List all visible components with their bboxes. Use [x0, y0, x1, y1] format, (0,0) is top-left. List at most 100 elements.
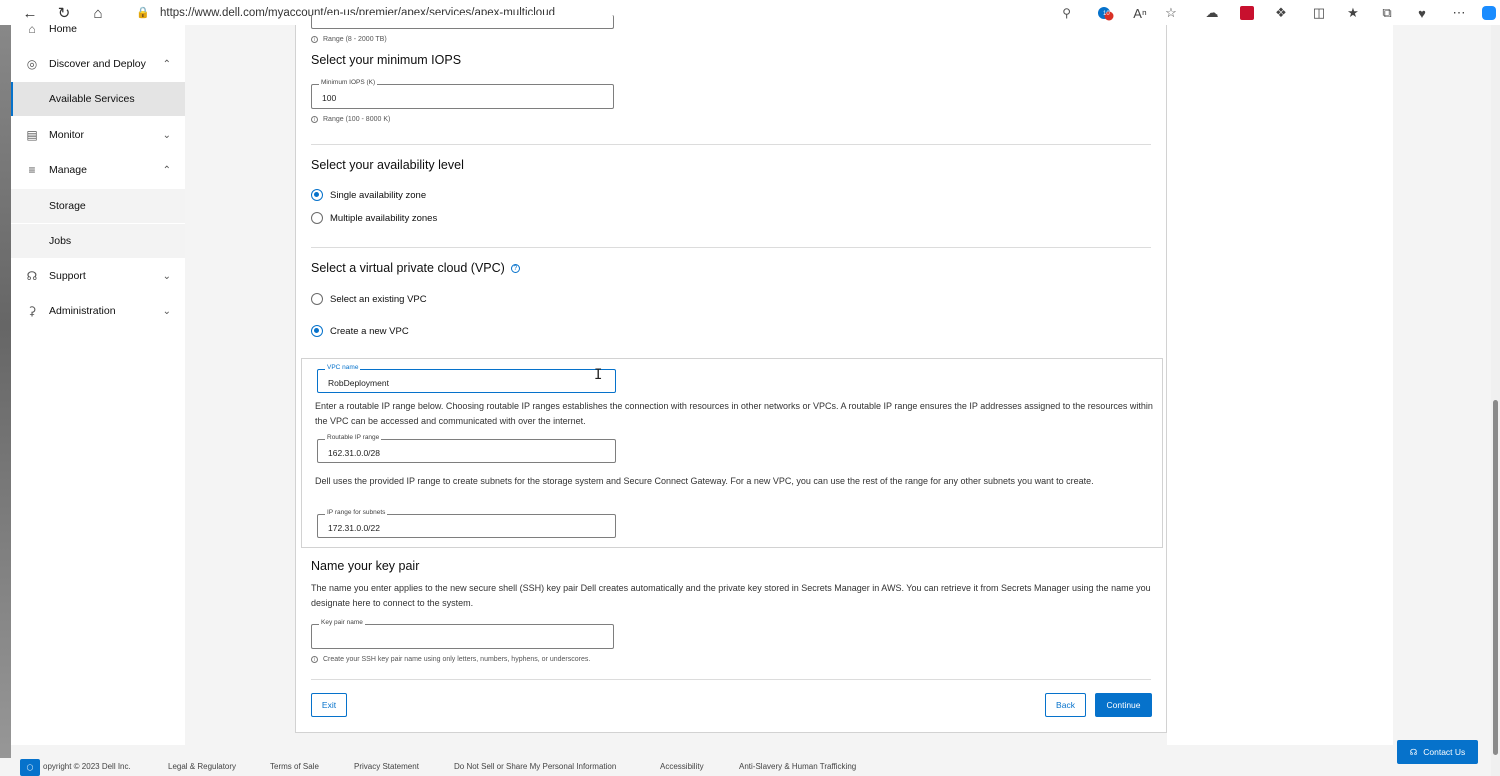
field-label: VPC name: [325, 364, 361, 371]
divider: [311, 144, 1151, 145]
page-footer: opyright © 2023 Dell Inc. Legal & Regula…: [0, 758, 1491, 776]
split-screen-icon[interactable]: ◫: [1309, 3, 1329, 23]
sidebar-item-label: Storage: [49, 200, 86, 212]
sidebar-item-label: Monitor: [49, 129, 85, 141]
exit-button[interactable]: Exit: [311, 693, 347, 717]
puzzle-extensions-icon[interactable]: ❖: [1271, 3, 1291, 23]
iops-heading: Select your minimum IOPS: [311, 53, 462, 67]
sidebar-nav: ⌂ Home ◎ Discover and Deploy ⌃ Available…: [11, 22, 185, 745]
vpc-name-field[interactable]: VPC name RobDeployment: [317, 364, 616, 393]
field-value: 172.31.0.0/22: [328, 523, 380, 533]
vpc-heading: Select a virtual private cloud (VPC)?: [311, 261, 520, 275]
copyright-text: opyright © 2023 Dell Inc.: [43, 762, 131, 771]
keypair-heading: Name your key pair: [311, 559, 420, 573]
routable-ip-description: Enter a routable IP range below. Choosin…: [315, 401, 1153, 426]
sidebar-item-administration[interactable]: ⚳ Administration ⌄: [11, 294, 185, 328]
sidebar-item-home[interactable]: ⌂ Home: [11, 12, 185, 46]
right-panel: [1167, 25, 1393, 745]
back-button[interactable]: Back: [1045, 693, 1086, 717]
sidebar-item-label: Support: [49, 270, 86, 282]
dell-logo-icon: ◯: [20, 759, 40, 776]
copilot-icon[interactable]: [1479, 3, 1499, 23]
pdf-icon[interactable]: [1237, 3, 1257, 23]
favorite-star-icon[interactable]: ☆: [1161, 3, 1181, 23]
badge-count: 10: [1103, 11, 1110, 17]
discover-icon: ◎: [26, 57, 38, 71]
read-aloud-icon[interactable]: Aⁿ: [1130, 3, 1150, 23]
sidebar-item-monitor[interactable]: ▤ Monitor ⌄: [11, 118, 185, 152]
deployment-form-card: i Range (8 - 2000 TB) Select your minimu…: [295, 15, 1167, 733]
sidebar-item-label: Jobs: [49, 235, 72, 247]
text-cursor-icon: I: [594, 367, 603, 383]
field-value: RobDeployment: [328, 378, 389, 388]
scrollbar-thumb[interactable]: [1493, 400, 1498, 755]
key-icon: ⚳: [27, 304, 37, 318]
field-label: Minimum IOPS (K): [319, 79, 378, 86]
key-pair-name-field[interactable]: Key pair name: [311, 619, 614, 649]
sidebar-item-jobs[interactable]: Jobs: [11, 224, 185, 258]
info-icon: i: [311, 656, 318, 663]
home-icon: ⌂: [28, 22, 36, 36]
keypair-hint: i Create your SSH key pair name using on…: [311, 656, 590, 663]
footer-link-do-not-sell[interactable]: Do Not Sell or Share My Personal Informa…: [454, 762, 616, 771]
sidebar-item-label: Home: [49, 23, 78, 35]
chevron-down-icon: ⌄: [162, 270, 171, 282]
sidebar-item-manage[interactable]: ≡ Manage ⌃: [11, 153, 185, 187]
monitor-icon: ▤: [26, 128, 38, 142]
zoom-icon[interactable]: ⚲: [1062, 6, 1071, 20]
capacity-field[interactable]: [311, 15, 614, 29]
radio-create-new-vpc[interactable]: Create a new VPC: [311, 325, 409, 337]
sidebar-item-label: Administration: [49, 305, 116, 317]
footer-link-privacy[interactable]: Privacy Statement: [354, 762, 419, 771]
desktop-edge: [0, 25, 11, 776]
chevron-up-icon: ⌃: [162, 58, 171, 70]
chevron-up-icon: ⌃: [162, 164, 171, 176]
radio-select-existing-vpc[interactable]: Select an existing VPC: [311, 293, 427, 305]
favorites-list-icon[interactable]: ★: [1343, 3, 1363, 23]
sidebar-item-label: Manage: [49, 164, 87, 176]
sidebar-item-discover-and-deploy[interactable]: ◎ Discover and Deploy ⌃: [11, 47, 185, 81]
radio-button-selected[interactable]: [311, 189, 323, 201]
sidebar-item-available-services[interactable]: Available Services: [11, 82, 185, 116]
field-value: 162.31.0.0/28: [328, 448, 380, 458]
radio-multiple-availability-zones[interactable]: Multiple availability zones: [311, 212, 437, 224]
keypair-description: The name you enter applies to the new se…: [311, 583, 1151, 608]
iops-range-hint: i Range (100 - 8000 K): [311, 116, 390, 123]
new-vpc-panel: VPC name RobDeployment I Enter a routabl…: [301, 358, 1163, 548]
footer-link-accessibility[interactable]: Accessibility: [660, 762, 704, 771]
more-menu-icon[interactable]: ⋯: [1449, 3, 1469, 23]
field-label: Routable IP range: [325, 434, 382, 441]
headset-icon: ☊: [1409, 746, 1418, 757]
performance-icon[interactable]: ♥: [1412, 3, 1432, 23]
sidebar-item-label: Discover and Deploy: [49, 58, 146, 70]
footer-link-terms[interactable]: Terms of Sale: [270, 762, 319, 771]
sidebar-item-storage[interactable]: Storage: [11, 189, 185, 223]
field-label: Key pair name: [319, 619, 365, 626]
continue-button[interactable]: Continue: [1095, 693, 1152, 717]
capacity-range-hint: i Range (8 - 2000 TB): [311, 36, 387, 43]
divider: [311, 679, 1151, 680]
subnet-ip-description: Dell uses the provided IP range to creat…: [315, 476, 1094, 486]
collections-icon[interactable]: ⧉: [1377, 3, 1397, 23]
radio-button-selected[interactable]: [311, 325, 323, 337]
radio-button[interactable]: [311, 212, 323, 224]
footer-link-legal[interactable]: Legal & Regulatory: [168, 762, 236, 771]
minimum-iops-field[interactable]: Minimum IOPS (K) 100: [311, 79, 614, 109]
sidebar-item-support[interactable]: ☊ Support ⌄: [11, 259, 185, 293]
radio-single-availability-zone[interactable]: Single availability zone: [311, 189, 426, 201]
info-icon: i: [311, 36, 318, 43]
chevron-down-icon: ⌄: [162, 305, 171, 317]
headset-icon: ☊: [26, 269, 38, 283]
footer-link-anti-slavery[interactable]: Anti-Slavery & Human Trafficking: [739, 762, 856, 771]
contact-us-button[interactable]: ☊ Contact Us: [1397, 740, 1478, 764]
field-value: 100: [322, 93, 337, 103]
radio-button[interactable]: [311, 293, 323, 305]
info-icon: i: [311, 116, 318, 123]
manage-icon: ≡: [28, 163, 36, 177]
divider: [311, 247, 1151, 248]
help-icon[interactable]: ?: [510, 264, 520, 274]
routable-ip-range-field[interactable]: Routable IP range 162.31.0.0/28: [317, 434, 616, 463]
field-label: IP range for subnets: [325, 509, 388, 516]
subnet-ip-range-field[interactable]: IP range for subnets 172.31.0.0/22: [317, 509, 616, 538]
cloud-icon[interactable]: ☁: [1202, 3, 1222, 23]
